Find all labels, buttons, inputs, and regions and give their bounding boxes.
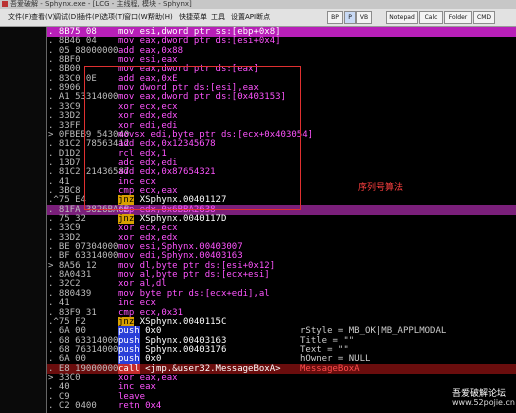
toolbar-button-1[interactable]: P [344,11,356,24]
menu-item-9[interactable]: 设置API断点 [231,12,270,22]
row-bytes: . C2 0400 [48,401,97,411]
row-instruction: retn 0x4 [118,401,162,411]
toolbar-button-4[interactable]: Calc [419,11,443,24]
window-title: 吾爱破解 - Sphynx.exe - [LCG - 主线程, 模块 - Sph… [10,0,192,8]
toolbar-button-6[interactable]: CMD [473,11,495,24]
menu-item-2[interactable]: 调试(D) [54,12,79,22]
watermark-url: www.52pojie.cn [452,398,515,407]
menu-item-8[interactable]: 工具 [211,12,225,22]
window-titlebar: 吾爱破解 - Sphynx.exe - [LCG - 主线程, 模块 - Sph… [0,0,516,9]
algorithm-highlight-box [84,66,301,210]
menu-item-1[interactable]: 查看(V) [31,12,55,22]
app-icon [2,1,8,7]
menu-item-6[interactable]: 帮助(H) [148,12,173,22]
menu-item-5[interactable]: 窗口(W) [124,12,150,22]
toolbar-button-2[interactable]: VB [356,11,372,24]
address-column [0,27,47,413]
menu-item-3[interactable]: 插件(P) [78,12,102,22]
menu-item-7[interactable]: 快捷菜单 [179,12,207,22]
disasm-row[interactable]: 00401181. C2 0400retn 0x4 [47,401,516,411]
toolbar-button-3[interactable]: Notepad [386,11,418,24]
menu-bar: 文件(F) 查看(V) 调试(D) 插件(P) 选项(T) 窗口(W) 帮助(H) 快捷菜单工… [0,9,516,27]
menu-item-4[interactable]: 选项(T) [101,12,125,22]
toolbar-button-0[interactable]: BP [327,11,343,24]
toolbar-button-5[interactable]: Folder [444,11,472,24]
algorithm-label: 序列号算法 [358,183,404,193]
menu-item-0[interactable]: 文件(F) [8,12,32,22]
